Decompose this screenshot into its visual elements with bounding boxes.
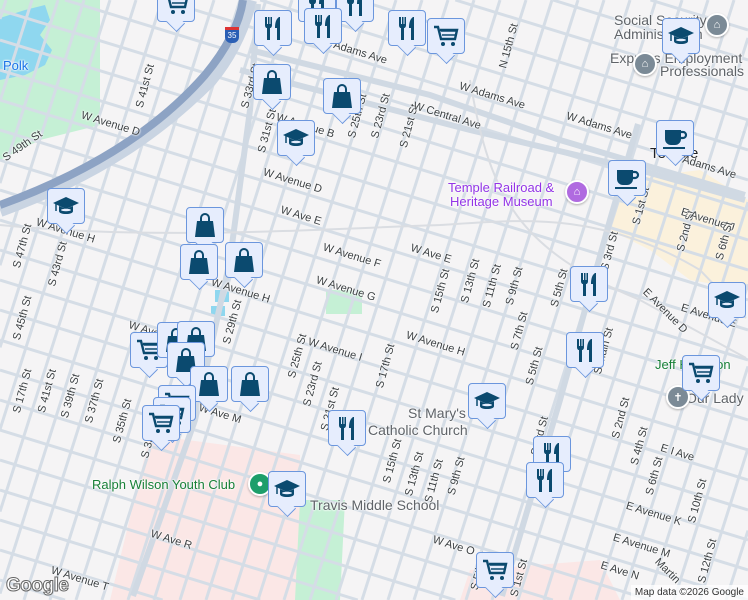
google-logo: Google <box>5 575 69 597</box>
fork-knife-icon <box>347 0 362 16</box>
fork-knife-marker[interactable] <box>254 10 292 46</box>
fork-knife-icon <box>581 273 596 296</box>
graduation-cap-icon <box>274 480 300 497</box>
graduation-cap-icon <box>714 291 740 308</box>
interstate-35-shield: 35 <box>225 27 239 43</box>
graduation-cap-icon <box>53 197 79 214</box>
shopping-bag-icon <box>195 213 215 237</box>
fork-knife-icon <box>315 15 330 38</box>
government-pin-icon[interactable]: ⌂ <box>633 52 657 76</box>
shopping-bag-marker[interactable] <box>180 244 218 280</box>
graduation-cap-icon <box>474 392 500 409</box>
fork-knife-marker[interactable] <box>304 8 342 44</box>
shopping-cart-icon <box>149 412 174 433</box>
shopping-bag-marker[interactable] <box>253 64 291 100</box>
shopping-cart-icon <box>689 362 714 383</box>
shopping-cart-marker[interactable] <box>682 355 720 391</box>
map-label-polk: Polk <box>3 58 29 73</box>
fork-knife-icon <box>399 17 414 40</box>
graduation-cap-marker[interactable] <box>662 18 700 54</box>
shopping-cart-icon <box>434 25 459 46</box>
fork-knife-marker[interactable] <box>388 10 426 46</box>
government-pin-icon[interactable]: ⌂ <box>705 13 729 37</box>
shopping-bag-marker[interactable] <box>231 366 269 402</box>
shopping-bag-marker[interactable] <box>225 242 263 278</box>
shopping-bag-icon <box>332 84 352 108</box>
graduation-cap-marker[interactable] <box>708 282 746 318</box>
shopping-bag-icon <box>262 70 282 94</box>
shopping-bag-icon <box>189 250 209 274</box>
fork-knife-marker[interactable] <box>526 462 564 498</box>
fork-knife-icon <box>265 17 280 40</box>
shopping-bag-icon <box>240 372 260 396</box>
graduation-cap-marker[interactable] <box>268 471 306 507</box>
graduation-cap-marker[interactable] <box>47 188 85 224</box>
fork-knife-marker[interactable] <box>566 332 604 368</box>
shopping-cart-marker[interactable] <box>142 405 180 441</box>
fork-knife-icon <box>577 339 592 362</box>
fork-knife-icon <box>537 469 552 492</box>
shopping-cart-marker[interactable] <box>427 18 465 54</box>
shopping-bag-marker[interactable] <box>186 207 224 243</box>
map-label-stmarys1: St Mary's <box>408 405 466 421</box>
shopping-bag-icon <box>199 372 219 396</box>
shopping-cart-marker[interactable] <box>157 0 195 22</box>
shopping-cart-icon <box>168 0 188 14</box>
coffee-cup-icon <box>615 170 640 189</box>
map-label-museum1: Temple Railroad & <box>448 180 555 195</box>
museum-pin-icon[interactable]: ⌂ <box>565 180 589 204</box>
fork-knife-marker[interactable] <box>328 410 366 446</box>
street <box>516 0 710 600</box>
map-label-travis: Travis Middle School <box>310 497 440 513</box>
shopping-cart-icon <box>483 559 508 580</box>
coffee-cup-marker[interactable] <box>608 160 646 196</box>
graduation-cap-icon <box>668 27 694 44</box>
map-attribution[interactable]: Map data ©2026 Google <box>630 585 748 600</box>
coffee-cup-icon <box>663 130 688 149</box>
shopping-bag-marker[interactable] <box>323 78 361 114</box>
map-label-stmarys2: Catholic Church <box>368 422 468 438</box>
fork-knife-icon <box>339 417 354 440</box>
graduation-cap-icon <box>283 129 309 146</box>
map-label-express2: Professionals <box>660 63 745 79</box>
graduation-cap-marker[interactable] <box>277 120 315 156</box>
street <box>0 218 748 452</box>
coffee-cup-marker[interactable] <box>656 120 694 156</box>
map-label-museum2: Heritage Museum <box>450 194 553 209</box>
graduation-cap-marker[interactable] <box>468 383 506 419</box>
fork-knife-marker[interactable] <box>570 266 608 302</box>
map-label-ralph: Ralph Wilson Youth Club <box>92 477 236 492</box>
shopping-bag-icon <box>234 248 254 272</box>
shopping-cart-marker[interactable] <box>476 552 514 588</box>
